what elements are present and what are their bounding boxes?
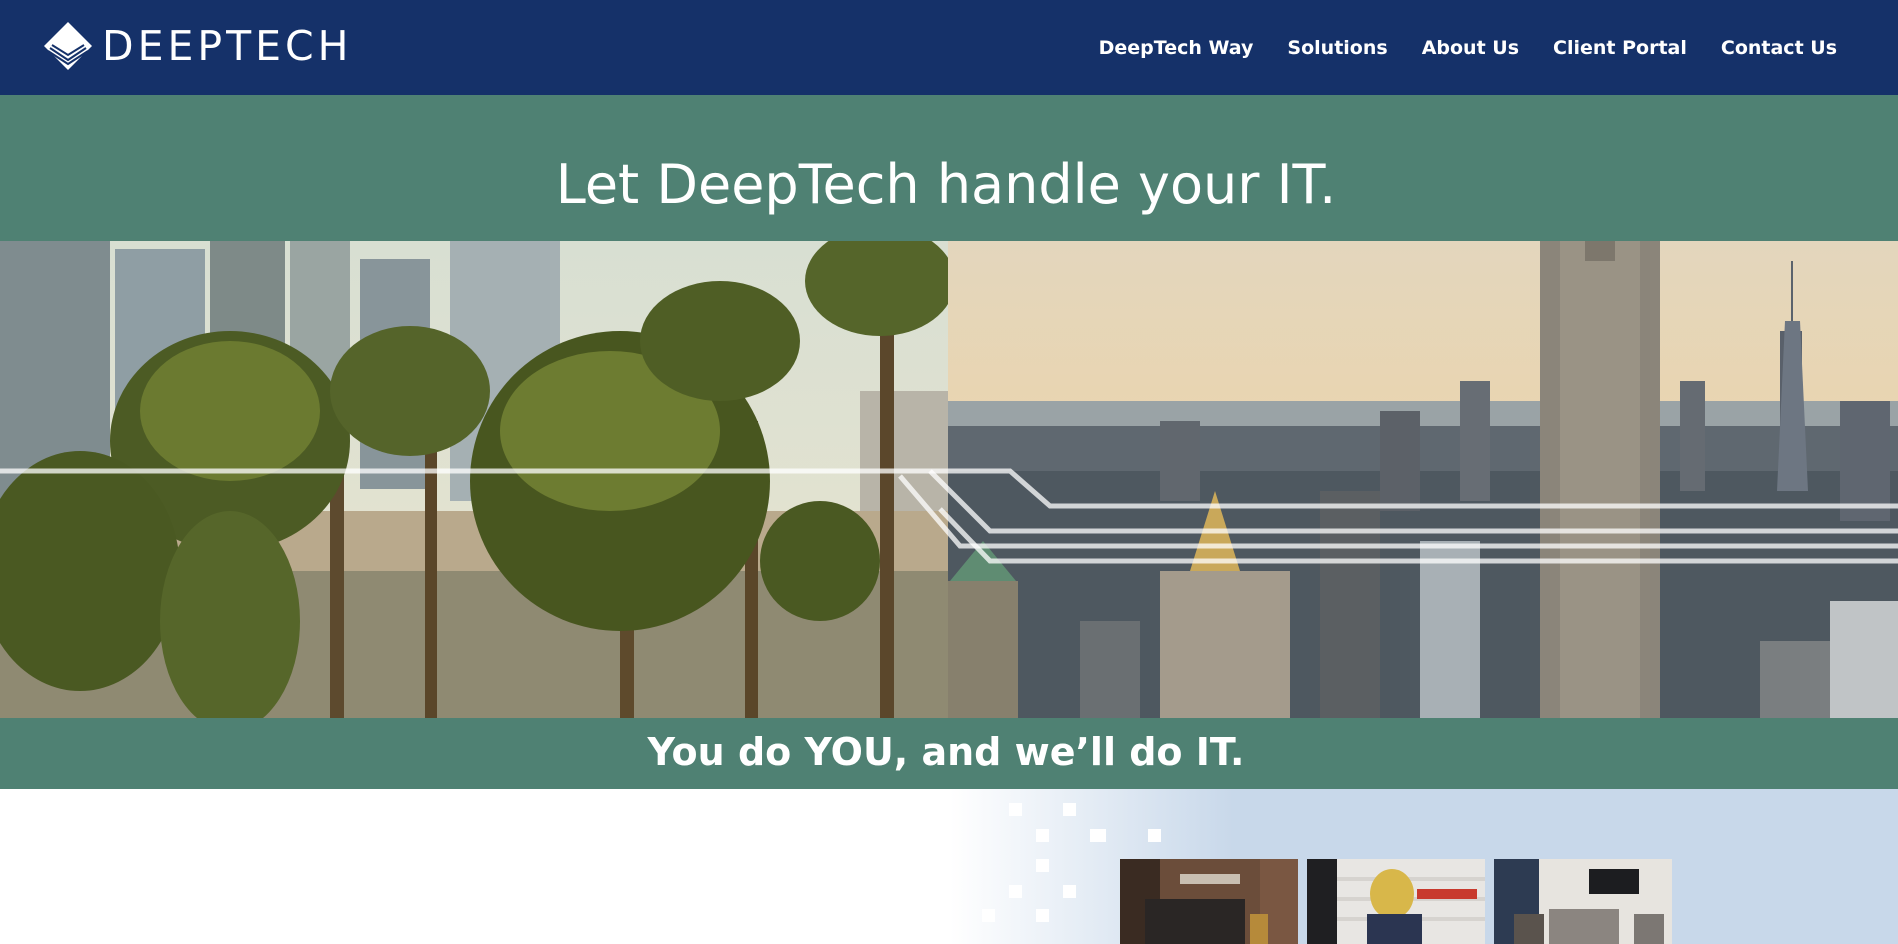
decorative-square <box>1148 829 1161 842</box>
nav-item-client-portal[interactable]: Client Portal <box>1553 37 1687 59</box>
decorative-square <box>1036 859 1049 872</box>
mascot-photo-thumbnail <box>1307 859 1485 944</box>
nav-item-deeptech-way[interactable]: DeepTech Way <box>1099 37 1254 59</box>
nav-item-about-us[interactable]: About Us <box>1422 37 1519 59</box>
deeptech-diamond-logo-icon <box>42 20 94 72</box>
nav-item-solutions[interactable]: Solutions <box>1287 37 1387 59</box>
below-fold-section <box>0 789 1898 944</box>
office-photo-thumbnail <box>1120 859 1298 944</box>
logo-link[interactable]: DEEPTECH <box>42 20 353 72</box>
hero-tagline: You do YOU, and we’ll do IT. <box>647 730 1245 774</box>
decorative-square <box>1036 829 1049 842</box>
decorative-square <box>1093 829 1106 842</box>
tagline-band: You do YOU, and we’ll do IT. <box>0 718 1898 789</box>
site-header: DEEPTECH DeepTech Way Solutions About Us… <box>0 0 1898 95</box>
hero-headline: Let DeepTech handle your IT. <box>555 153 1337 216</box>
decorative-square <box>1009 803 1022 816</box>
lounge-photo-thumbnail <box>1494 859 1672 944</box>
nav-item-contact-us[interactable]: Contact Us <box>1721 37 1837 59</box>
decorative-square <box>982 909 995 922</box>
decorative-square <box>1009 885 1022 898</box>
hero-image <box>0 241 1898 718</box>
decorative-square <box>1063 803 1076 816</box>
main-nav: DeepTech Way Solutions About Us Client P… <box>1065 0 1837 95</box>
logo-text: DEEPTECH <box>102 22 353 70</box>
headline-band: Let DeepTech handle your IT. <box>0 95 1898 241</box>
decorative-square <box>1063 885 1076 898</box>
decorative-square <box>1036 909 1049 922</box>
